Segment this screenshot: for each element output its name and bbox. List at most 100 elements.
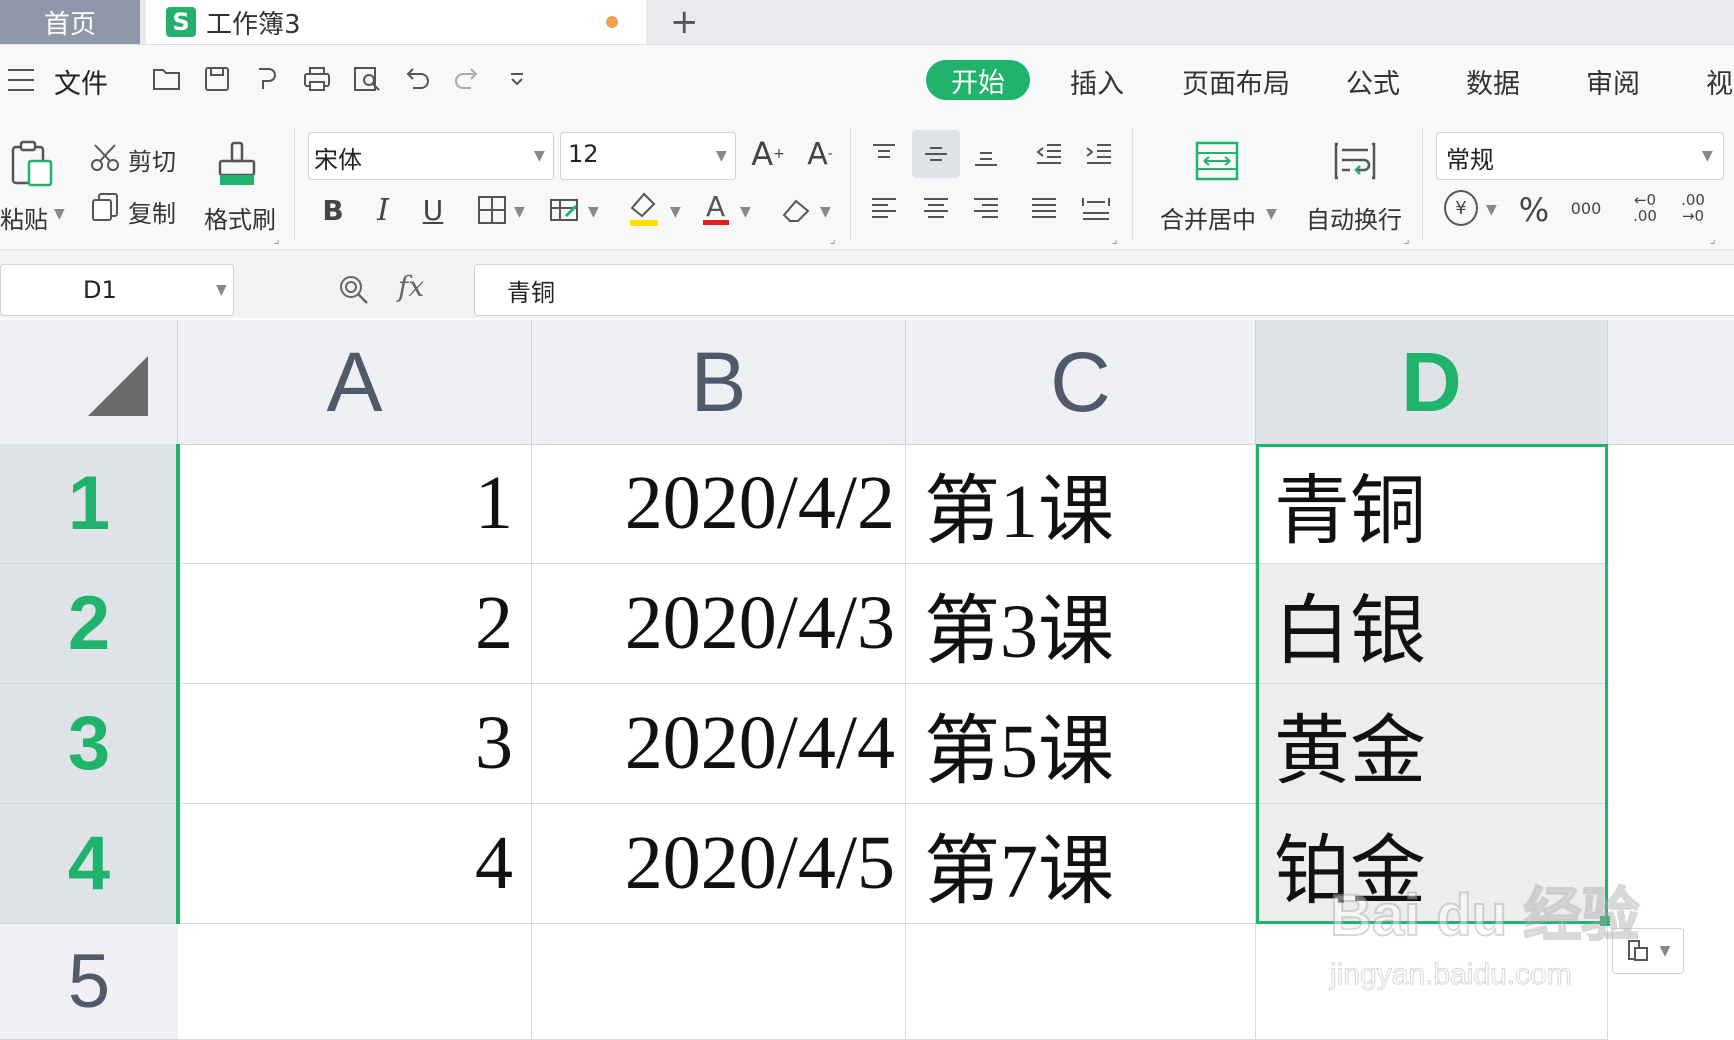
column-header-d[interactable]: D <box>1256 320 1608 444</box>
row-header-1[interactable]: 1 <box>0 444 178 564</box>
increase-font-icon[interactable]: A + <box>748 134 788 174</box>
cell-a1[interactable]: 1 <box>178 444 532 564</box>
tab-view[interactable]: 视 <box>1706 62 1733 101</box>
cell-b4[interactable]: 2020/4/5 <box>532 804 906 924</box>
cell-a4[interactable]: 4 <box>178 804 532 924</box>
clipboard-launcher-icon[interactable]: ⌟ <box>274 232 280 246</box>
distributed-align-icon[interactable] <box>1078 188 1114 228</box>
percent-button[interactable]: % <box>1516 190 1552 230</box>
merge-center-icon[interactable] <box>1192 136 1242 186</box>
cell-c2[interactable]: 第3课 <box>906 564 1256 684</box>
number-format-dropdown-icon[interactable]: ▼ <box>1702 148 1713 164</box>
cell-c1[interactable]: 第1课 <box>906 444 1256 564</box>
font-launcher-icon[interactable]: ⌟ <box>830 232 836 246</box>
fill-color-dropdown-icon[interactable]: ▼ <box>670 204 681 220</box>
fill-pattern-dropdown-icon[interactable]: ▼ <box>588 204 599 220</box>
merge-center-dropdown-icon[interactable]: ▼ <box>1266 206 1277 222</box>
number-launcher-icon[interactable]: ⌟ <box>1710 232 1716 246</box>
new-tab-button[interactable]: + <box>670 0 700 44</box>
fill-pattern-icon[interactable] <box>546 190 582 230</box>
underline-button[interactable]: U <box>416 190 450 230</box>
zoom-search-icon[interactable] <box>336 272 372 308</box>
row-header-5[interactable]: 5 <box>0 924 178 1040</box>
increase-decimal-button[interactable]: ←0 .00 <box>1626 188 1664 228</box>
open-folder-icon[interactable] <box>150 62 184 96</box>
font-size-dropdown-icon[interactable]: ▼ <box>716 148 727 164</box>
row-header-2[interactable]: 2 <box>0 564 178 684</box>
font-color-dropdown-icon[interactable]: ▼ <box>740 204 751 220</box>
redo-icon[interactable] <box>450 62 484 96</box>
formula-input[interactable]: 青铜 <box>474 264 1734 316</box>
alignment-launcher-icon[interactable]: ⌟ <box>1112 232 1118 246</box>
copy-icon[interactable] <box>88 190 122 224</box>
cell-b5[interactable] <box>532 924 906 1040</box>
clear-format-dropdown-icon[interactable]: ▼ <box>820 204 831 220</box>
clear-format-eraser-icon[interactable] <box>778 190 814 230</box>
tab-home[interactable]: 首页 <box>0 0 140 44</box>
name-box-dropdown-icon[interactable]: ▼ <box>216 282 227 298</box>
wrap-text-button[interactable]: 自动换行 <box>1306 200 1402 235</box>
customize-toolbar-chevron-icon[interactable] <box>500 62 534 96</box>
decrease-font-icon[interactable]: A- <box>800 134 840 174</box>
cell-a2[interactable]: 2 <box>178 564 532 684</box>
cell-b2[interactable]: 2020/4/3 <box>532 564 906 684</box>
currency-icon[interactable]: ¥ <box>1444 190 1478 226</box>
decrease-decimal-button[interactable]: .00 →0 <box>1674 188 1712 228</box>
wrap-text-icon[interactable] <box>1330 136 1380 186</box>
hamburger-menu-icon[interactable] <box>8 69 34 91</box>
copy-button[interactable]: 复制 <box>128 194 176 229</box>
paste-icon[interactable] <box>8 138 56 190</box>
cell-b3[interactable]: 2020/4/4 <box>532 684 906 804</box>
tab-start[interactable]: 开始 <box>926 60 1030 100</box>
tab-data[interactable]: 数据 <box>1466 62 1520 101</box>
merge-center-button[interactable]: 合并居中 <box>1160 200 1256 235</box>
cell-c5[interactable] <box>906 924 1256 1040</box>
print-icon[interactable] <box>300 62 334 96</box>
paste-dropdown-icon[interactable]: ▼ <box>54 206 65 222</box>
paste-button[interactable]: 粘贴 <box>0 200 48 235</box>
file-menu[interactable]: 文件 <box>54 62 108 101</box>
cut-icon[interactable] <box>88 140 122 174</box>
align-top-icon[interactable] <box>866 134 902 174</box>
thousands-separator-button[interactable]: 000 <box>1566 188 1606 228</box>
row-header-4[interactable]: 4 <box>0 804 178 924</box>
column-header-a[interactable]: A <box>178 320 532 444</box>
bold-button[interactable]: B <box>316 190 350 230</box>
tab-review[interactable]: 审阅 <box>1586 62 1640 101</box>
align-left-icon[interactable] <box>866 188 902 228</box>
print-preview-icon[interactable] <box>350 62 384 96</box>
increase-indent-icon[interactable] <box>1080 134 1116 174</box>
save-icon[interactable] <box>200 62 234 96</box>
select-all-corner[interactable] <box>0 320 178 444</box>
align-bottom-icon[interactable] <box>968 134 1004 174</box>
tab-formulas[interactable]: 公式 <box>1346 62 1400 101</box>
currency-dropdown-icon[interactable]: ▼ <box>1486 202 1497 218</box>
justify-icon[interactable] <box>1026 188 1062 228</box>
tab-insert[interactable]: 插入 <box>1070 62 1124 101</box>
cell-a5[interactable] <box>178 924 532 1040</box>
insert-function-button[interactable]: fx <box>398 270 424 303</box>
cell-c4[interactable]: 第7课 <box>906 804 1256 924</box>
font-name-dropdown-icon[interactable]: ▼ <box>534 148 545 164</box>
borders-dropdown-icon[interactable]: ▼ <box>514 204 525 220</box>
name-box[interactable]: D1 <box>0 264 234 316</box>
format-painter-icon[interactable] <box>214 138 260 190</box>
tab-page-layout[interactable]: 页面布局 <box>1182 62 1290 101</box>
tab-workbook[interactable]: S 工作簿3 <box>146 0 646 44</box>
italic-button[interactable]: I <box>366 190 400 230</box>
cell-c3[interactable]: 第5课 <box>906 684 1256 804</box>
column-header-c[interactable]: C <box>906 320 1256 444</box>
format-painter-button[interactable]: 格式刷 <box>204 200 276 235</box>
column-header-b[interactable]: B <box>532 320 906 444</box>
fill-color-icon[interactable] <box>624 186 664 230</box>
cell-b1[interactable]: 2020/4/2 <box>532 444 906 564</box>
font-color-icon[interactable]: A <box>698 186 734 230</box>
align-center-icon[interactable] <box>918 188 954 228</box>
merge-launcher-icon[interactable]: ⌟ <box>1404 232 1410 246</box>
export-pdf-icon[interactable] <box>250 62 284 96</box>
decrease-indent-icon[interactable] <box>1030 134 1066 174</box>
borders-icon[interactable] <box>474 190 510 230</box>
cell-a3[interactable]: 3 <box>178 684 532 804</box>
align-right-icon[interactable] <box>968 188 1004 228</box>
row-header-3[interactable]: 3 <box>0 684 178 804</box>
